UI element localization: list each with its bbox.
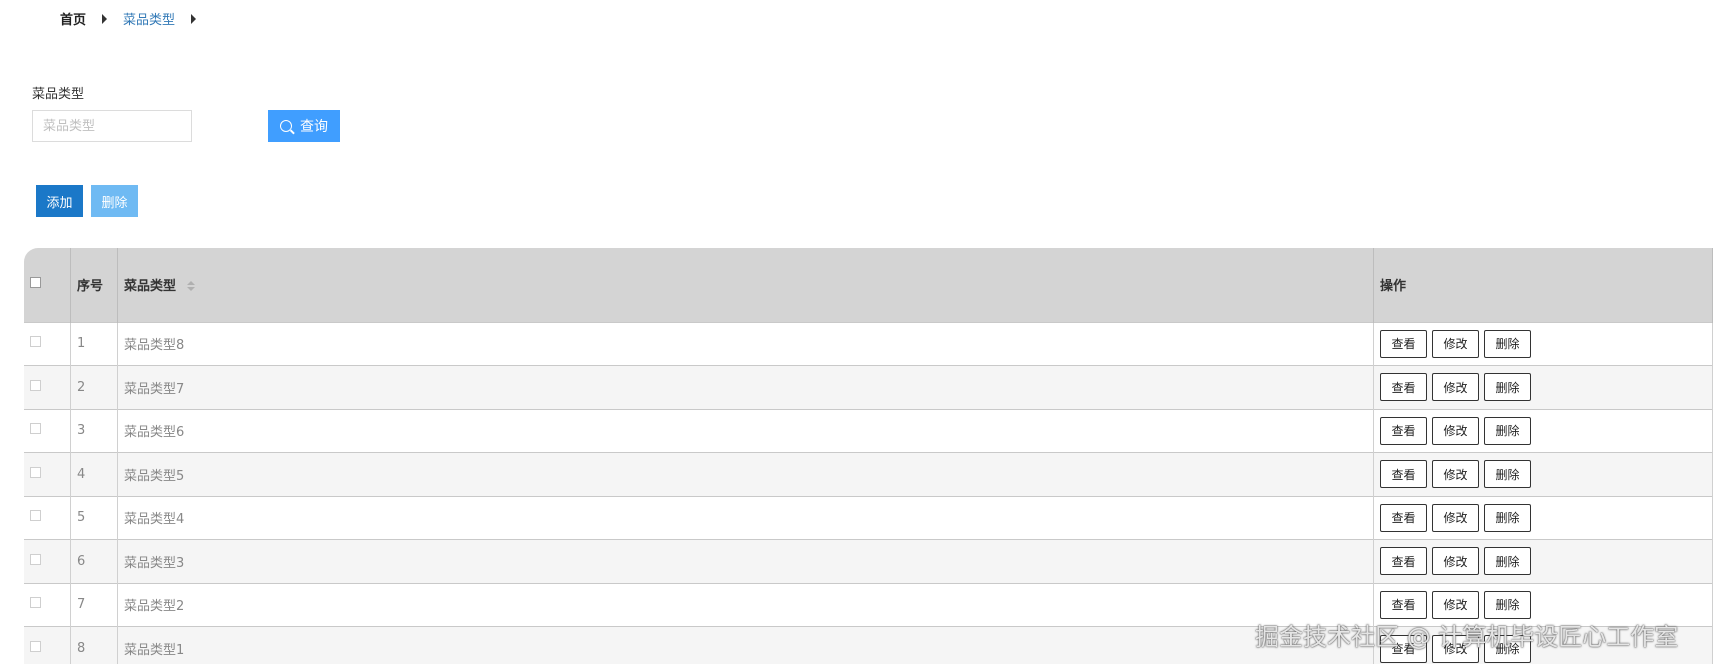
row-delete-button[interactable]: 删除: [1484, 373, 1531, 402]
row-type: 菜品类型8: [117, 321, 1374, 366]
row-ops: 查看 修改 删除: [1373, 582, 1713, 627]
row-type: 菜品类型5: [117, 452, 1374, 496]
row-index: 3: [70, 408, 118, 453]
header-type-label: 菜品类型: [124, 279, 177, 295]
chevron-right-icon: [191, 13, 197, 24]
row-delete-button[interactable]: 删除: [1484, 416, 1531, 445]
row-checkbox[interactable]: [30, 379, 41, 391]
row-checkbox[interactable]: [30, 423, 41, 435]
view-button[interactable]: 查看: [1380, 634, 1427, 663]
view-button[interactable]: 查看: [1380, 590, 1427, 619]
view-button[interactable]: 查看: [1380, 503, 1427, 532]
view-button[interactable]: 查看: [1380, 373, 1427, 402]
row-ops: 查看 修改 删除: [1373, 539, 1713, 583]
batch-delete-button[interactable]: 删除: [91, 185, 138, 217]
row-checkbox[interactable]: [30, 510, 41, 522]
search-icon: [280, 120, 292, 132]
page: 首页 菜品类型 菜品类型 查询 添加 删除 序号 菜品类型 操作 1菜品类型8查…: [0, 0, 1713, 664]
edit-button[interactable]: 修改: [1432, 416, 1479, 445]
edit-button[interactable]: 修改: [1432, 547, 1479, 576]
table-row: 5 菜品类型4 查看 修改 删除: [24, 495, 1713, 540]
row-checkbox-cell: [24, 582, 71, 627]
row-index: 7: [70, 582, 118, 627]
header-type[interactable]: 菜品类型: [117, 248, 1374, 322]
view-button[interactable]: 查看: [1380, 547, 1427, 576]
row-checkbox-cell: [24, 626, 71, 664]
data-table: 序号 菜品类型 操作 1 菜品类型8 查看 修改 删除 2 菜品类型7 查看 修改 删除 3 菜品类型…: [24, 248, 1713, 664]
edit-button[interactable]: 修改: [1432, 373, 1479, 402]
row-checkbox-cell: [24, 495, 71, 540]
row-checkbox-cell: [24, 365, 71, 409]
table-body: 1 菜品类型8 查看 修改 删除 2 菜品类型7 查看 修改 删除 3 菜品类型6 查看 修改 删除 4 菜品类…: [24, 321, 1713, 664]
row-delete-button[interactable]: 删除: [1484, 547, 1531, 576]
table-row: 2 菜品类型7 查看 修改 删除: [24, 365, 1713, 409]
edit-button[interactable]: 修改: [1432, 634, 1479, 663]
row-index: 1: [70, 321, 118, 366]
edit-button[interactable]: 修改: [1432, 329, 1479, 358]
edit-button[interactable]: 修改: [1432, 590, 1479, 619]
table-row: 4 菜品类型5 查看 修改 删除: [24, 452, 1713, 496]
row-checkbox[interactable]: [30, 641, 41, 652]
row-ops: 查看 修改 删除: [1373, 452, 1713, 496]
row-type: 菜品类型1: [117, 626, 1374, 664]
row-index: 2: [70, 365, 118, 409]
row-ops: 查看 修改 删除: [1373, 408, 1713, 453]
breadcrumb-home-link[interactable]: 首页: [60, 9, 86, 28]
row-delete-button[interactable]: 删除: [1484, 460, 1531, 489]
search-input[interactable]: [32, 110, 192, 142]
row-checkbox-cell: [24, 452, 71, 496]
row-delete-button[interactable]: 删除: [1484, 590, 1531, 619]
table-row: 6 菜品类型3 查看 修改 删除: [24, 539, 1713, 583]
header-index: 序号: [70, 248, 118, 322]
view-button[interactable]: 查看: [1380, 416, 1427, 445]
row-ops: 查看 修改 删除: [1373, 365, 1713, 409]
header-checkbox-cell: [24, 248, 71, 322]
row-checkbox-cell: [24, 321, 71, 366]
row-type: 菜品类型2: [117, 582, 1374, 627]
row-index: 8: [70, 626, 118, 664]
row-checkbox[interactable]: [30, 553, 41, 565]
add-button[interactable]: 添加: [36, 185, 83, 217]
row-checkbox[interactable]: [30, 597, 41, 609]
chevron-right-icon: [102, 13, 108, 24]
breadcrumb: 首页 菜品类型: [60, 9, 212, 28]
table-row: 8 菜品类型1 查看 修改 删除: [24, 626, 1713, 664]
search-button[interactable]: 查询: [268, 110, 340, 142]
row-delete-button[interactable]: 删除: [1484, 634, 1531, 663]
search-button-label: 查询: [300, 119, 328, 135]
row-checkbox[interactable]: [30, 336, 41, 348]
row-checkbox[interactable]: [30, 466, 41, 478]
breadcrumb-current-link[interactable]: 菜品类型: [123, 9, 175, 28]
row-index: 6: [70, 539, 118, 583]
row-index: 5: [70, 495, 118, 540]
row-type: 菜品类型6: [117, 408, 1374, 453]
table-row: 3 菜品类型6 查看 修改 删除: [24, 408, 1713, 453]
row-ops: 查看 修改 删除: [1373, 495, 1713, 540]
edit-button[interactable]: 修改: [1432, 503, 1479, 532]
search-label: 菜品类型: [32, 87, 85, 102]
edit-button[interactable]: 修改: [1432, 460, 1479, 489]
row-type: 菜品类型3: [117, 539, 1374, 583]
row-ops: 查看 修改 删除: [1373, 626, 1713, 664]
row-delete-button[interactable]: 删除: [1484, 503, 1531, 532]
row-delete-button[interactable]: 删除: [1484, 329, 1531, 358]
row-type: 菜品类型7: [117, 365, 1374, 409]
row-ops: 查看 修改 删除: [1373, 321, 1713, 366]
row-checkbox-cell: [24, 408, 71, 453]
row-index: 4: [70, 452, 118, 496]
view-button[interactable]: 查看: [1380, 329, 1427, 358]
view-button[interactable]: 查看: [1380, 460, 1427, 489]
select-all-checkbox[interactable]: [30, 277, 41, 289]
row-type: 菜品类型4: [117, 495, 1374, 540]
row-checkbox-cell: [24, 539, 71, 583]
table-header-row: 序号 菜品类型 操作: [24, 248, 1713, 322]
table-row: 7 菜品类型2 查看 修改 删除: [24, 582, 1713, 627]
table-row: 1 菜品类型8 查看 修改 删除: [24, 321, 1713, 366]
header-ops: 操作: [1373, 248, 1713, 322]
